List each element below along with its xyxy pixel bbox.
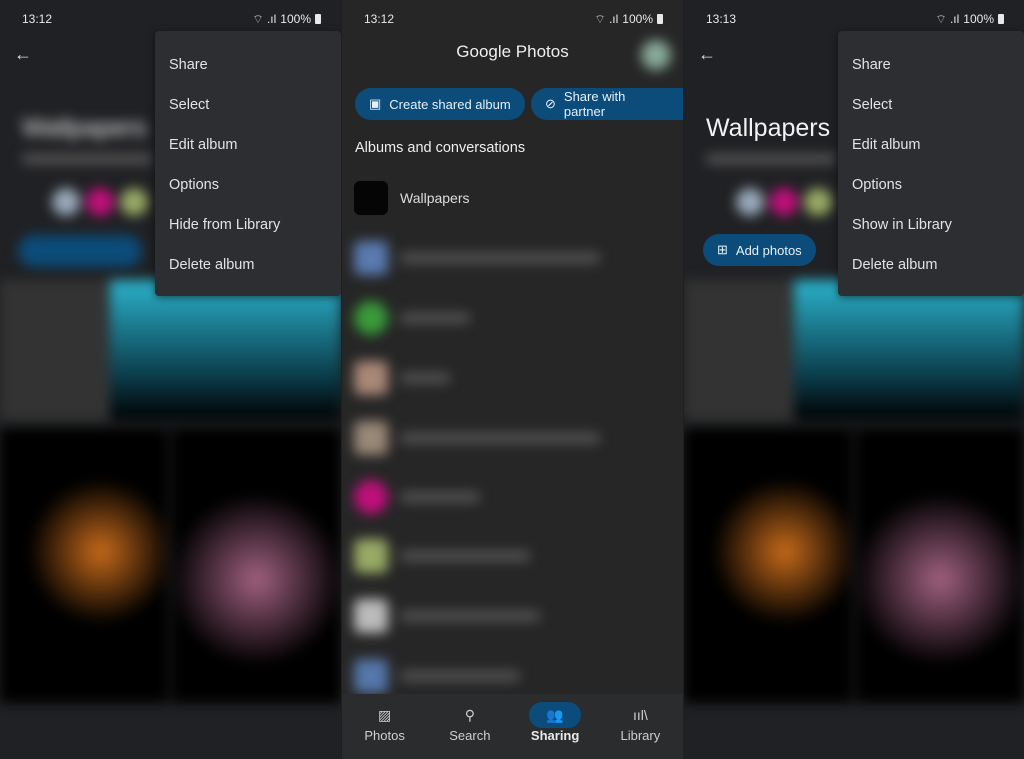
menu-item-delete-album[interactable]: Delete album	[155, 245, 341, 285]
search-icon: ⚲	[464, 706, 475, 723]
menu-item-share[interactable]: Share	[838, 45, 1024, 85]
overflow-menu: Share Select Edit album Options Show in …	[838, 31, 1024, 296]
menu-item-select[interactable]: Select	[838, 85, 1024, 125]
menu-item-delete-album[interactable]: Delete album	[838, 245, 1024, 285]
menu-item-edit-album[interactable]: Edit album	[838, 125, 1024, 165]
status-bar: 13:12 ⌔ .ıl 100%	[22, 10, 321, 28]
album-title: Wallpapers	[706, 114, 831, 142]
photo-icon: ▨	[378, 706, 392, 723]
account-avatar[interactable]	[641, 40, 671, 70]
partner-icon: ⊘	[545, 96, 556, 111]
add-photo-icon: ⊞	[717, 242, 728, 257]
battery-icon	[657, 14, 663, 24]
battery-icon	[315, 14, 321, 24]
photo-grid[interactable]	[684, 280, 1024, 759]
bottom-navigation: ▨ Photos ⚲ Search 👥 Sharing ııl\ Library	[342, 694, 683, 759]
menu-item-options[interactable]: Options	[838, 165, 1024, 205]
sharing-screen: 13:12 ⌔ .ıl 100% Google Photos ▣ Create sha…	[342, 0, 683, 759]
nav-library[interactable]: ııl\ Library	[598, 694, 683, 759]
menu-item-share[interactable]: Share	[155, 45, 341, 85]
battery-icon	[998, 14, 1004, 24]
back-arrow-icon[interactable]: ←	[14, 44, 32, 65]
nav-photos[interactable]: ▨ Photos	[342, 694, 427, 759]
album-screen-left: 13:12 ⌔ .ıl 100% ← Wallpapers Share Select…	[0, 0, 341, 759]
status-bar: 13:13 ⌔ .ıl 100%	[706, 10, 1004, 28]
nav-sharing[interactable]: 👥 Sharing	[513, 694, 598, 759]
photo-grid[interactable]	[0, 280, 341, 759]
add-photos-button[interactable]: ⊞ Add photos	[703, 234, 816, 266]
nav-search[interactable]: ⚲ Search	[427, 694, 512, 759]
overflow-menu: Share Select Edit album Options Hide fro…	[155, 31, 341, 296]
back-arrow-icon[interactable]: ←	[698, 44, 716, 65]
menu-item-edit-album[interactable]: Edit album	[155, 125, 341, 165]
album-icon: ▣	[369, 96, 382, 111]
app-title: Google Photos	[456, 42, 569, 61]
status-bar: 13:12 ⌔ .ıl 100%	[364, 10, 663, 28]
people-icon: 👥	[529, 702, 582, 728]
section-heading: Albums and conversations	[355, 140, 526, 156]
menu-item-show-in-library[interactable]: Show in Library	[838, 205, 1024, 245]
menu-item-options[interactable]: Options	[155, 165, 341, 205]
album-screen-right: 13:13 ⌔ .ıl 100% ← Wallpapers ⊞ Add photos …	[684, 0, 1024, 759]
create-shared-album-button[interactable]: ▣ Create shared album	[355, 88, 525, 120]
menu-item-hide-from-library[interactable]: Hide from Library	[155, 205, 341, 245]
list-item-wallpapers[interactable]: Wallpapers	[354, 180, 671, 216]
library-icon: ııl\	[632, 707, 648, 723]
share-with-partner-button[interactable]: ⊘ Share with partner	[531, 88, 683, 120]
menu-item-select[interactable]: Select	[155, 85, 341, 125]
